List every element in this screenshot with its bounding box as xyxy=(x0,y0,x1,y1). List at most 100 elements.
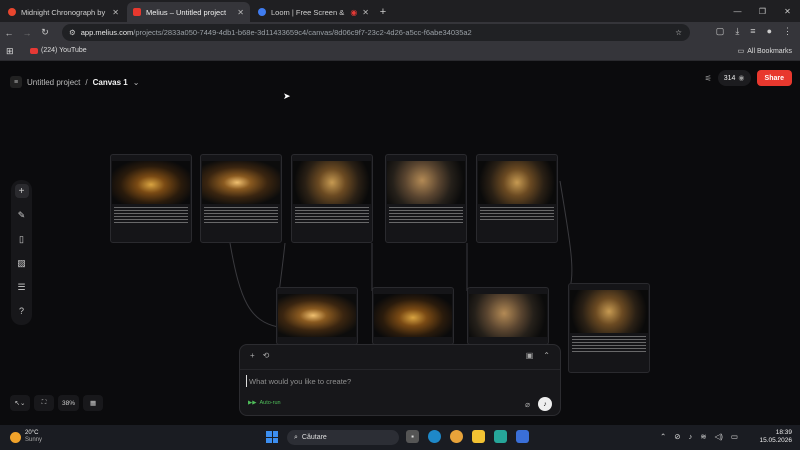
credits-count: 314 xyxy=(723,74,736,82)
microphone-icon[interactable]: ♪ xyxy=(689,432,693,441)
settings-sliders-icon[interactable]: ⚟ xyxy=(705,74,712,83)
weather-condition: Sunny xyxy=(25,437,43,443)
menu-icon[interactable]: ≡ xyxy=(10,76,22,88)
chevron-up-icon[interactable]: ⌃ xyxy=(660,432,666,441)
select-tool-icon[interactable]: ↖⌄ xyxy=(10,395,30,411)
node-image xyxy=(570,290,648,333)
browser-tab-0[interactable]: Midnight Chronograph by abst ✕ xyxy=(2,2,125,22)
zoom-level[interactable]: 38% xyxy=(58,395,80,411)
clock[interactable]: 18:39 15.05.2026 xyxy=(759,429,792,445)
connection-line xyxy=(559,180,573,288)
address-bar[interactable]: ⚙ app.melius.com /projects/2833a050-7449… xyxy=(62,24,690,41)
close-window-icon[interactable]: ✕ xyxy=(775,0,800,22)
forward-icon[interactable]: → xyxy=(18,28,36,38)
history-icon[interactable]: ⟲ xyxy=(263,351,270,360)
wifi-icon[interactable]: ≋ xyxy=(700,432,706,441)
microphone-icon[interactable]: ♪ xyxy=(538,397,552,411)
prompt-panel: + ⟲ ▣ ⌃ ▶▶ Auto-run ⌀ ♪ xyxy=(239,344,561,416)
star-icon[interactable]: ☆ xyxy=(675,28,682,37)
coin-icon: ◉ xyxy=(738,75,745,82)
autorun-toggle[interactable]: ▶▶ Auto-run xyxy=(248,400,281,406)
document-icon[interactable]: ▯ xyxy=(15,232,29,246)
tab-favicon-icon xyxy=(258,8,266,16)
image-node-card[interactable] xyxy=(467,287,549,345)
chevron-down-icon[interactable]: ⌄ xyxy=(133,78,140,87)
bookmark-youtube[interactable]: (224) YouTube xyxy=(30,47,87,54)
node-image xyxy=(374,294,452,337)
canvas-name[interactable]: Canvas 1 xyxy=(93,78,128,87)
folder-icon: ▭ xyxy=(737,48,745,55)
project-name[interactable]: Untitled project xyxy=(27,78,80,87)
image-icon[interactable]: ▨ xyxy=(15,256,29,270)
battery-icon[interactable]: ▭ xyxy=(731,432,738,441)
toolbar-actions: ▢ ⤓ ≡ ● ⋮ xyxy=(716,26,792,37)
fit-view-icon[interactable]: ⛶ xyxy=(34,395,54,411)
all-bookmarks-button[interactable]: ▭ All Bookmarks xyxy=(737,47,792,56)
app-icon[interactable] xyxy=(516,430,529,443)
chevron-up-icon[interactable]: ⌃ xyxy=(543,351,550,360)
add-node-icon[interactable]: + xyxy=(14,184,29,198)
browser-tab-1[interactable]: Melius – Untitled project ✕ xyxy=(127,2,250,22)
browser-tab-strip: Midnight Chronograph by abst ✕ Melius – … xyxy=(0,0,800,22)
chrome-icon[interactable] xyxy=(450,430,463,443)
image-node-card[interactable] xyxy=(385,154,467,243)
node-text xyxy=(477,204,557,225)
panel-toggle-icon[interactable]: ▣ xyxy=(526,351,534,360)
note-icon[interactable]: ✎ xyxy=(15,208,29,222)
close-tab-icon[interactable]: ✕ xyxy=(112,8,119,17)
volume-icon[interactable]: ◁) xyxy=(715,432,723,441)
node-image xyxy=(478,161,556,204)
prompt-input[interactable] xyxy=(246,375,486,387)
menu-icon[interactable]: ⋮ xyxy=(783,26,792,37)
close-tab-icon[interactable]: ✕ xyxy=(362,8,369,17)
image-node-card[interactable] xyxy=(110,154,192,243)
image-node-card[interactable] xyxy=(568,283,650,373)
image-node-card[interactable] xyxy=(476,154,558,243)
close-tab-icon[interactable]: ✕ xyxy=(237,8,244,17)
maximize-icon[interactable]: ❐ xyxy=(750,0,775,22)
taskbar-search[interactable]: ⌕ Căutare xyxy=(287,430,399,445)
attach-icon[interactable]: ⌀ xyxy=(525,400,530,409)
image-node-card[interactable] xyxy=(291,154,373,243)
search-icon: ⌕ xyxy=(294,433,298,441)
image-node-card[interactable] xyxy=(200,154,282,243)
windows-start-icon[interactable] xyxy=(266,431,278,443)
prompt-top-actions: + ⟲ xyxy=(250,351,269,360)
add-icon[interactable]: + xyxy=(250,351,255,360)
credits-badge[interactable]: 314 ◉ xyxy=(717,70,751,86)
notification-off-icon[interactable]: ⊘ xyxy=(674,432,680,441)
extensions-icon[interactable]: ▢ xyxy=(716,26,725,37)
minimize-icon[interactable]: — xyxy=(725,0,750,22)
help-icon[interactable]: ? xyxy=(15,304,29,318)
new-tab-button[interactable]: + xyxy=(375,2,391,22)
image-node-card[interactable] xyxy=(276,287,358,345)
url-path: /projects/2833a050-7449-4db1-b68e-3d1143… xyxy=(133,28,472,37)
windows-taskbar: 20°C Sunny ⌕ Căutare ▪ ⌃ ⊘ ♪ ≋ ◁) ▭ 18:3… xyxy=(0,425,800,450)
melius-canvas[interactable]: ≡ Untitled project / Canvas 1 ⌄ ⚟ 314 ◉ … xyxy=(0,61,800,425)
edge-icon[interactable] xyxy=(428,430,441,443)
download-icon[interactable]: ⤓ xyxy=(735,26,739,37)
share-button[interactable]: Share xyxy=(756,70,792,86)
reload-icon[interactable]: ↻ xyxy=(36,27,54,38)
layout-icon[interactable]: ☰ xyxy=(15,280,29,294)
apps-grid-icon[interactable]: ⊞ xyxy=(6,46,14,57)
date: 15.05.2026 xyxy=(759,437,792,444)
file-explorer-icon[interactable] xyxy=(472,430,485,443)
image-node-card[interactable] xyxy=(372,287,454,345)
browser-tab-2[interactable]: Loom | Free Screen & Video ◉ ✕ xyxy=(252,2,375,22)
task-view-icon[interactable]: ▪ xyxy=(406,430,419,443)
media-icon[interactable]: ≡ xyxy=(750,26,755,37)
canvas-controls: ↖⌄ ⛶ 38% ▦ xyxy=(10,395,104,411)
site-info-icon[interactable]: ⚙ xyxy=(69,28,76,37)
node-image xyxy=(112,161,190,204)
node-text xyxy=(386,204,466,228)
node-text xyxy=(111,204,191,228)
profile-icon[interactable]: ● xyxy=(767,26,772,37)
tab-title: Melius – Untitled project xyxy=(146,7,227,17)
prompt-top-right: ▣ ⌃ xyxy=(526,351,550,360)
minimap-icon[interactable]: ▦ xyxy=(83,395,104,411)
weather-widget[interactable]: 20°C Sunny xyxy=(10,430,42,444)
back-icon[interactable]: ← xyxy=(0,28,18,38)
bookmarks-bar: ⊞ (224) YouTube ▭ All Bookmarks xyxy=(0,43,800,61)
app-icon[interactable] xyxy=(494,430,507,443)
